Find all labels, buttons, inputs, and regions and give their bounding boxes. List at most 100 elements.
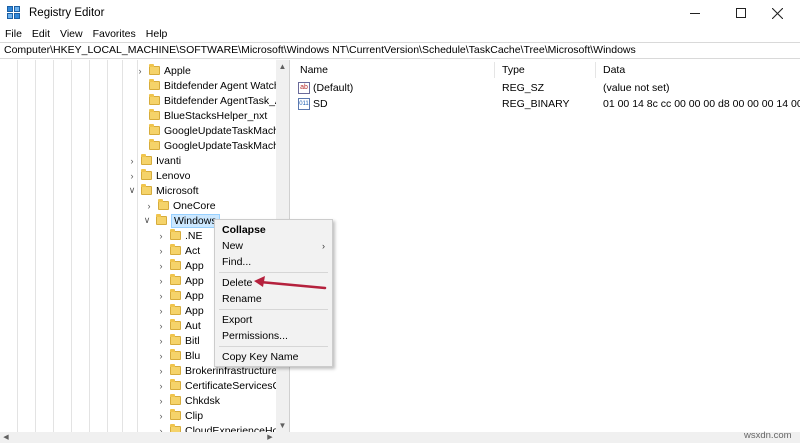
tree-item[interactable]: ∨ Windows [141, 213, 220, 228]
menu-file[interactable]: File [0, 26, 27, 42]
folder-icon [170, 364, 181, 375]
menu-favorites[interactable]: Favorites [88, 26, 141, 42]
tree-item[interactable]: › Clip [155, 408, 203, 423]
tree-item-label: App [185, 304, 204, 317]
folder-icon [170, 409, 181, 420]
scroll-up-icon[interactable]: ▲ [276, 60, 289, 73]
menu-help[interactable]: Help [141, 26, 173, 42]
tree-item-label: App [185, 289, 204, 302]
minimize-icon [690, 12, 700, 14]
scroll-down-icon[interactable]: ▼ [276, 419, 289, 432]
menu-item-permissions[interactable]: Permissions... [215, 328, 332, 344]
menu-item-new[interactable]: New › [215, 238, 332, 254]
column-header-type[interactable]: Type [502, 60, 525, 80]
folder-icon [170, 229, 181, 240]
tree-item-label: Blu [185, 349, 201, 362]
tree-item[interactable]: › App [155, 258, 204, 273]
tree-item[interactable]: › Aut [155, 318, 201, 333]
chevron-down-icon[interactable]: ∨ [141, 215, 153, 226]
tree-item-label: Bitl [185, 334, 200, 347]
tree-item[interactable]: › Bitl [155, 333, 200, 348]
binary-value-icon: 011 [298, 98, 310, 110]
folder-icon [170, 244, 181, 255]
tree-item[interactable]: › App [155, 288, 204, 303]
tree-item-label: GoogleUpdateTaskMachine [164, 124, 290, 137]
tree-item-label: Ivanti [156, 154, 182, 167]
tree-item[interactable]: GoogleUpdateTaskMachine [134, 123, 290, 138]
folder-icon [170, 304, 181, 315]
chevron-right-icon[interactable]: › [155, 381, 167, 391]
scroll-left-icon[interactable]: ◀ [0, 432, 12, 443]
string-value-icon: ab [298, 82, 310, 94]
tree-item[interactable]: › CloudExperienceHos [155, 423, 284, 432]
tree-item[interactable]: › Act [155, 243, 200, 258]
tree-item[interactable]: › Chkdsk [155, 393, 220, 408]
tree-item-label: App [185, 274, 204, 287]
tree-item-label: Bitdefender AgentTask_AD [164, 94, 290, 107]
tree-item[interactable]: › App [155, 273, 204, 288]
menu-item-export[interactable]: Export [215, 312, 332, 328]
folder-icon [158, 199, 169, 210]
folder-icon [170, 319, 181, 330]
chevron-right-icon[interactable]: › [126, 156, 138, 166]
chevron-right-icon[interactable]: › [155, 411, 167, 421]
chevron-right-icon[interactable]: › [155, 396, 167, 406]
tree-item[interactable]: GoogleUpdateTaskMachine [134, 138, 289, 153]
tree-item-label: Act [185, 244, 201, 257]
folder-icon [141, 169, 152, 180]
chevron-right-icon[interactable]: › [155, 306, 167, 316]
tree-item[interactable]: › Blu [155, 348, 200, 363]
chevron-right-icon[interactable]: › [155, 366, 167, 376]
menu-view[interactable]: View [55, 26, 88, 42]
menu-item-new-label: New [222, 240, 244, 252]
tree-item[interactable]: Bitdefender Agent WatchD [134, 78, 287, 93]
chevron-right-icon[interactable]: › [155, 321, 167, 331]
tree-item[interactable]: ∨ Microsoft [126, 183, 199, 198]
chevron-right-icon[interactable]: › [155, 336, 167, 346]
chevron-right-icon[interactable]: › [155, 291, 167, 301]
chevron-down-icon[interactable]: ∨ [126, 185, 138, 196]
horizontal-scrollbar[interactable]: ◀ ▶ [0, 432, 800, 443]
menu-edit[interactable]: Edit [27, 26, 55, 42]
minimize-button[interactable] [672, 0, 718, 26]
tree-item[interactable]: › .NE [155, 228, 203, 243]
chevron-right-icon[interactable]: › [143, 201, 155, 211]
folder-icon [170, 334, 181, 345]
value-name: SD [313, 98, 328, 110]
column-header-data[interactable]: Data [603, 60, 625, 80]
column-header-name[interactable]: Name [300, 60, 328, 80]
tree-item[interactable]: › OneCore [143, 198, 216, 213]
chevron-right-icon[interactable]: › [134, 66, 146, 76]
chevron-right-icon[interactable]: › [155, 261, 167, 271]
tree-item-label: CloudExperienceHos [185, 424, 284, 433]
address-bar[interactable]: Computer\HKEY_LOCAL_MACHINE\SOFTWARE\Mic… [0, 42, 800, 59]
menu-item-copy-key-name[interactable]: Copy Key Name [215, 349, 332, 365]
tree-item-label: Chkdsk [185, 394, 221, 407]
tree-item[interactable]: › Apple [134, 63, 191, 78]
chevron-right-icon[interactable]: › [155, 246, 167, 256]
folder-icon [149, 109, 160, 120]
chevron-right-icon[interactable]: › [155, 351, 167, 361]
tree-item[interactable]: › CertificateServicesCli [155, 378, 285, 393]
value-row-default[interactable]: ab (Default) REG_SZ (value not set) [298, 80, 798, 96]
scroll-right-icon[interactable]: ▶ [264, 432, 276, 443]
close-button[interactable] [754, 0, 800, 26]
folder-icon [149, 94, 160, 105]
tree-item[interactable]: › App [155, 303, 204, 318]
column-divider[interactable] [494, 62, 495, 78]
chevron-right-icon[interactable]: › [126, 171, 138, 181]
menu-item-collapse[interactable]: Collapse [215, 222, 332, 238]
tree-item[interactable]: › Lenovo [126, 168, 190, 183]
menu-separator [219, 309, 328, 310]
column-divider[interactable] [595, 62, 596, 78]
tree-item[interactable]: Bitdefender AgentTask_AD [134, 93, 290, 108]
tree-item[interactable]: BlueStacksHelper_nxt [134, 108, 267, 123]
menu-item-find[interactable]: Find... [215, 254, 332, 270]
value-row-sd[interactable]: 011 SD REG_BINARY 01 00 14 8c cc 00 00 0… [298, 96, 800, 112]
close-icon [771, 7, 783, 19]
chevron-right-icon[interactable]: › [155, 231, 167, 241]
tree-item[interactable]: › Ivanti [126, 153, 181, 168]
tree-item-label: OneCore [173, 199, 216, 212]
chevron-right-icon[interactable]: › [155, 276, 167, 286]
value-name: (Default) [313, 82, 354, 94]
